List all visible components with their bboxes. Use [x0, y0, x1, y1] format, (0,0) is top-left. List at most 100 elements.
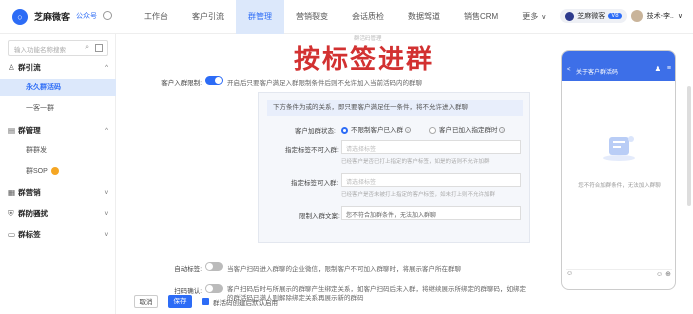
phone-empty-text: 您不符合加群条件，无法加入群聊	[578, 183, 661, 189]
user-name[interactable]: 技术-李..	[647, 11, 674, 21]
emoji-icon: ☺	[566, 270, 574, 277]
join-status-option-no-limit[interactable]: 不限制客户已入群 ?	[341, 124, 411, 134]
radio-label: 客户已加入指定群时	[439, 127, 498, 134]
join-status-option-in-group[interactable]: 客户已加入指定群时 ?	[429, 124, 506, 134]
radio-label: 不限制客户已入群	[351, 127, 403, 134]
help-icon[interactable]: ?	[404, 127, 411, 134]
cancel-button[interactable]: 取消	[134, 295, 158, 308]
page-scrollbar[interactable]	[687, 86, 691, 206]
marketing-icon: ▦	[8, 188, 16, 197]
avatar[interactable]	[630, 10, 643, 22]
history-icon[interactable]	[103, 11, 112, 20]
customer-join-limit-desc: 开启后只要客户满足入群限制条件后则不允许加入当前活码内的群聊	[227, 80, 422, 87]
save-button[interactable]: 保存	[168, 295, 192, 308]
nav-item-marketing[interactable]: 营销裂变	[284, 0, 340, 34]
badge-icon	[50, 167, 59, 176]
help-icon[interactable]: ?	[499, 127, 506, 134]
calendar-icon[interactable]	[95, 44, 103, 52]
org-switcher[interactable]: 芝麻微客 V8	[560, 9, 627, 23]
sidebar-group-label: 群管理	[18, 126, 41, 135]
sidebar-group-anti-harassment[interactable]: ⛨ 群防骚扰 v	[0, 207, 116, 221]
top-right-area: 芝麻微客 V8 技术-李.. ∨	[560, 9, 683, 23]
limit-copy-label: 限制入群文案:	[299, 213, 340, 220]
nav-item-group-management[interactable]: 群管理	[236, 0, 284, 34]
limit-copy-input[interactable]: 您不符合加群条件，无法加入群聊	[341, 206, 521, 220]
include-tag-select[interactable]: 请选择标签	[341, 173, 521, 187]
sidebar-search-input[interactable]: 输入功能名称搜索 ⌕	[8, 40, 108, 56]
nav-more-label: 更多	[522, 12, 539, 21]
sidebar-item-permanent-group-code[interactable]: 永久群活码	[0, 79, 116, 96]
sidebar-group-group-marketing[interactable]: ▤ 群管理 ^	[0, 124, 116, 138]
overlay-title: 按标签进群	[294, 45, 435, 75]
nav-item-more[interactable]: 更多 ∨	[510, 0, 558, 34]
top-bar: ○ 芝麻微客 公众号 工作台 客户引流 群管理 营销裂变 会话质检 数据驾道 销…	[0, 0, 693, 34]
search-icon[interactable]: ⌕	[85, 44, 89, 52]
app-root: ○ 芝麻微客 公众号 工作台 客户引流 群管理 营销裂变 会话质检 数据驾道 销…	[0, 0, 693, 314]
nav-item-data[interactable]: 数据驾道	[396, 0, 452, 34]
radio-icon	[429, 126, 436, 134]
chevron-down-icon: v	[104, 189, 108, 196]
chevron-down-icon: v	[104, 231, 108, 238]
include-tag-hint: 已经客户是否未被打上指定的客户标签，如未打上则不允许加群	[341, 192, 496, 198]
radio-selected-icon	[341, 126, 348, 134]
sidebar-group-label: 群防骚扰	[18, 209, 49, 218]
shield-icon: ⛨	[8, 209, 14, 218]
menu-icon: ≡	[666, 65, 671, 72]
person-icon: ♟	[654, 66, 661, 73]
sidebar-item-group-sop[interactable]: 群SOP	[0, 163, 116, 180]
org-name: 芝麻微客	[577, 13, 606, 20]
sidebar-group-label: 群引流	[18, 63, 41, 72]
vip-badge: V8	[608, 13, 622, 19]
main-content: 群活码管理 按标签进群 客户入群限制: 开启后只要客户满足入群限制条件后则不允许…	[116, 34, 546, 314]
empty-state-illustration	[603, 136, 635, 161]
user-icon: ♙	[8, 63, 15, 72]
auto-tag-desc: 当客户扫码进入群聊的企业微信，限制客户不可加入群聊时，将展示客户所在群聊	[227, 266, 461, 273]
chevron-up-icon: ^	[104, 64, 108, 71]
nav-item-customer-acquisition[interactable]: 客户引流	[180, 0, 236, 34]
exclude-tag-hint: 已经客户是否已打上指定的客户标签，如是的话则不允许加群	[341, 159, 490, 165]
search-placeholder: 输入功能名称搜索	[14, 47, 66, 54]
phone-title: 关于客户群活码	[576, 70, 619, 76]
chevron-down-icon[interactable]: ∨	[678, 12, 683, 20]
condition-header: 下方条件为或的关系，即只要客户满足任一条件，将不允许进入群聊	[267, 100, 523, 116]
default-enable-label: 群活码创建后默认启用	[213, 300, 278, 307]
brand-name: 芝麻微客	[34, 12, 71, 22]
chevron-up-icon: ^	[104, 127, 108, 134]
customer-join-limit-label: 客户入群限制:	[161, 80, 202, 87]
phone-header: < 关于客户群活码 ♟ ≡	[562, 51, 675, 81]
auto-tag-label: 自动标签:	[174, 266, 202, 273]
phone-frame: < 关于客户群活码 ♟ ≡ 您不符合加群条件，无法加入群聊 ☺ ☺ ⊕	[561, 50, 676, 290]
chevron-down-icon: ∨	[541, 14, 547, 21]
account-type-link[interactable]: 公众号	[76, 11, 97, 21]
customer-join-limit-toggle[interactable]	[205, 76, 223, 85]
join-status-label: 客户加群状态:	[295, 128, 336, 135]
sidebar-group-group-tags[interactable]: ▭ 群标签 v	[0, 228, 116, 242]
form-footer: 取消 保存 群活码创建后默认启用	[116, 290, 546, 314]
sidebar-item-group-broadcast[interactable]: 群群发	[0, 142, 116, 159]
nav-item-workbench[interactable]: 工作台	[132, 0, 180, 34]
sidebar-group-group-admin[interactable]: ▦ 群营销 v	[0, 186, 116, 200]
auto-tag-toggle[interactable]	[205, 262, 223, 271]
sidebar-group-label: 群营销	[18, 188, 41, 197]
default-enable-checkbox[interactable]	[202, 298, 209, 305]
sidebar-item-one-customer-one-group[interactable]: 一客一群	[0, 100, 116, 117]
add-icon: ☺ ⊕	[656, 271, 671, 278]
nav-item-session-audit[interactable]: 会话质检	[340, 0, 396, 34]
sidebar-group-label: 群标签	[18, 230, 41, 239]
sidebar: 输入功能名称搜索 ⌕ ♙ 群引流 ^ 永久群活码 一客一群 ▤ 群管理 ^ 群群…	[0, 34, 116, 314]
condition-panel: 下方条件为或的关系，即只要客户满足任一条件，将不允许进入群聊 客户加群状态: 不…	[258, 92, 530, 243]
sidebar-group-group-acquisition[interactable]: ♙ 群引流 ^	[0, 61, 116, 75]
include-tag-label: 指定标签可入群:	[291, 180, 339, 187]
main-nav: 工作台 客户引流 群管理 营销裂变 会话质检 数据驾道 销售CRM 更多 ∨	[132, 0, 558, 34]
back-icon: <	[567, 67, 571, 73]
org-logo-icon	[565, 11, 575, 21]
sidebar-item-label: 群SOP	[26, 168, 48, 175]
tag-icon: ▭	[8, 230, 16, 239]
phone-preview: < 关于客户群活码 ♟ ≡ 您不符合加群条件，无法加入群聊 ☺ ☺ ⊕	[558, 34, 681, 290]
exclude-tag-select[interactable]: 请选择标签	[341, 140, 521, 154]
exclude-tag-label: 指定标签不可入群:	[285, 147, 339, 154]
app-logo-icon: ○	[12, 9, 28, 25]
chevron-down-icon: v	[104, 210, 108, 217]
manage-icon: ▤	[8, 126, 16, 135]
nav-item-sales-crm[interactable]: 销售CRM	[452, 0, 510, 34]
